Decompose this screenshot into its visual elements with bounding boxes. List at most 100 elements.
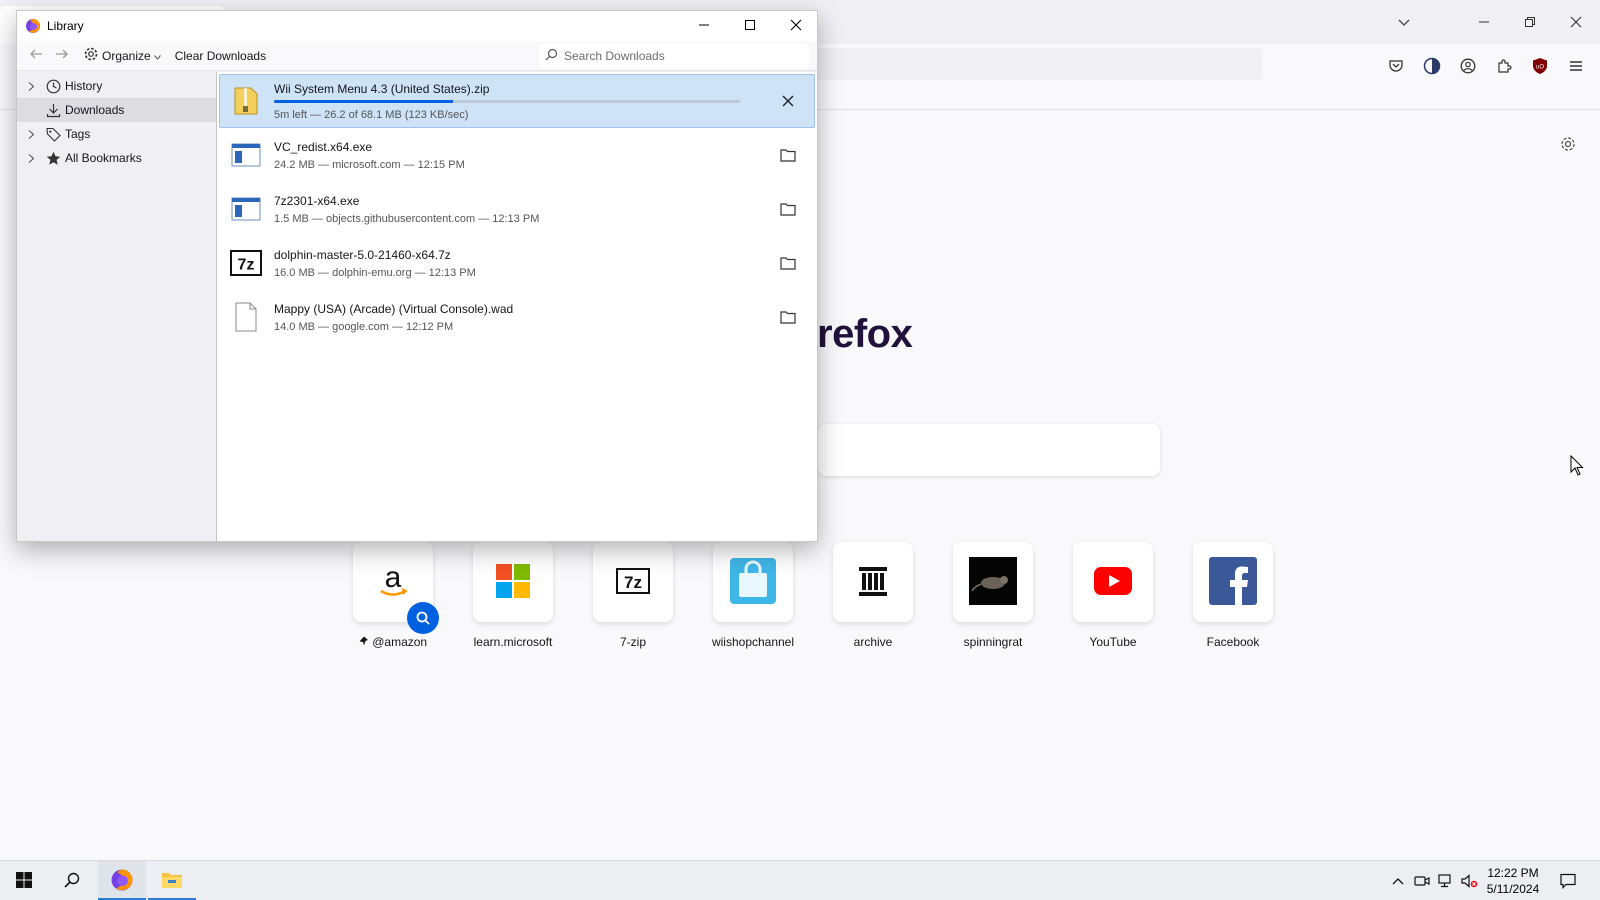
list-all-tabs-icon[interactable] — [1384, 8, 1424, 36]
download-item[interactable]: 7z dolphin-master-5.0-21460-x64.7z 16.0 … — [219, 236, 815, 290]
archive-building-icon — [857, 565, 889, 600]
download-item[interactable]: Mappy (USA) (Arcade) (Virtual Console).w… — [219, 290, 815, 344]
show-in-folder-button[interactable] — [774, 196, 802, 224]
clock-time: 12:22 PM — [1487, 866, 1539, 880]
chevron-right-icon[interactable] — [25, 153, 37, 163]
search-icon — [545, 48, 558, 64]
tree-item-history[interactable]: History — [17, 74, 216, 98]
library-titlebar[interactable]: Library — [17, 11, 817, 41]
network-icon[interactable] — [1436, 871, 1456, 891]
search-icon — [64, 872, 80, 891]
tree-item-downloads[interactable]: Downloads — [17, 98, 216, 122]
close-icon[interactable] — [1556, 8, 1596, 36]
clear-downloads-button[interactable]: Clear Downloads — [175, 49, 266, 63]
taskbar-file-explorer[interactable] — [148, 861, 196, 900]
download-status: 24.2 MB — microsoft.com — 12:15 PM — [274, 158, 465, 171]
shortcut-label: spinningrat — [963, 635, 1023, 649]
search-shortcut-badge — [407, 602, 439, 634]
shortcut-tile[interactable]: 7z — [593, 542, 673, 622]
tree-item-tags[interactable]: Tags — [17, 122, 216, 146]
firefox-wordmark: refox — [817, 312, 913, 356]
firefox-logo-icon — [110, 868, 134, 895]
search-downloads-input[interactable] — [564, 49, 794, 63]
ublock-origin-icon[interactable]: uO — [1526, 52, 1554, 80]
facebook-logo-icon — [1209, 556, 1257, 608]
shortcut-youtube[interactable]: YouTube — [1058, 542, 1168, 649]
star-icon — [45, 150, 61, 166]
download-item[interactable]: Wii System Menu 4.3 (United States).zip … — [219, 74, 815, 128]
tree-item-label: History — [65, 79, 103, 93]
taskbar-search-button[interactable] — [48, 861, 96, 900]
newtab-search-input[interactable] — [818, 424, 1160, 476]
shortcut-facebook[interactable]: Facebook — [1178, 542, 1288, 649]
organize-menu-button[interactable]: Organize — [83, 46, 161, 65]
folder-icon — [780, 202, 796, 219]
taskbar-clock[interactable]: 12:22 PM 5/11/2024 — [1478, 865, 1548, 897]
download-icon — [45, 102, 61, 118]
shortcut-wiishopchannel[interactable]: wiishopchannel — [698, 542, 808, 649]
restore-icon[interactable] — [1510, 8, 1550, 36]
account-icon[interactable] — [1454, 52, 1482, 80]
notifications-icon[interactable] — [1558, 871, 1578, 891]
tag-icon — [45, 126, 61, 142]
close-button[interactable] — [773, 11, 819, 41]
start-button[interactable] — [0, 861, 48, 900]
app-menu-icon[interactable] — [1562, 52, 1590, 80]
7zip-logo-icon: 7z — [616, 567, 650, 597]
clock-date: 5/11/2024 — [1486, 882, 1540, 896]
download-filename: Wii System Menu 4.3 (United States).zip — [274, 81, 490, 96]
download-status: 5m left — 26.2 of 68.1 MB (123 KB/sec) — [274, 108, 469, 121]
shortcut-tile[interactable] — [953, 542, 1033, 622]
download-item[interactable]: 7z2301-x64.exe 1.5 MB — objects.githubus… — [219, 182, 815, 236]
mouse-cursor-icon — [1570, 454, 1584, 480]
chevron-right-icon[interactable] — [25, 81, 37, 91]
tree-item-label: Downloads — [65, 103, 125, 117]
settings-gear-icon[interactable] — [1556, 132, 1580, 156]
pocket-icon[interactable] — [1382, 52, 1410, 80]
minimize-icon[interactable] — [1464, 8, 1504, 36]
shortcut-tile[interactable] — [713, 542, 793, 622]
download-status: 1.5 MB — objects.githubusercontent.com —… — [274, 212, 540, 225]
shortcut-learn-microsoft[interactable]: learn.microsoft — [458, 542, 568, 649]
url-bar[interactable] — [816, 48, 1262, 80]
exe-file-icon — [230, 193, 262, 225]
blank-file-icon — [230, 301, 262, 333]
taskbar-firefox[interactable] — [98, 861, 146, 900]
shortcut-tile[interactable] — [1193, 542, 1273, 622]
tree-item-all-bookmarks[interactable]: All Bookmarks — [17, 146, 216, 170]
microsoft-logo-icon — [496, 563, 530, 601]
shortcut-tile[interactable] — [473, 542, 553, 622]
download-filename: dolphin-master-5.0-21460-x64.7z — [274, 247, 451, 262]
shortcut-archive[interactable]: archive — [818, 542, 928, 649]
download-status: 16.0 MB — dolphin-emu.org — 12:13 PM — [274, 266, 476, 279]
windows-taskbar: 12:22 PM 5/11/2024 — [0, 860, 1600, 900]
extensions-icon[interactable] — [1490, 52, 1518, 80]
show-in-folder-button[interactable] — [774, 250, 802, 278]
chevron-up-icon[interactable] — [1388, 871, 1408, 891]
dark-reader-icon[interactable] — [1418, 52, 1446, 80]
shortcut-7zip[interactable]: 7z 7-zip — [578, 542, 688, 649]
maximize-button[interactable] — [727, 11, 773, 41]
shortcut-label: learn.microsoft — [473, 635, 553, 649]
minimize-button[interactable] — [681, 11, 727, 41]
back-arrow-icon — [29, 47, 43, 64]
shortcut-tile[interactable] — [833, 542, 913, 622]
search-downloads-field[interactable] — [539, 44, 809, 68]
shortcut-tile[interactable] — [1073, 542, 1153, 622]
download-item[interactable]: VC_redist.x64.exe 24.2 MB — microsoft.co… — [219, 128, 815, 182]
chevron-right-icon[interactable] — [25, 129, 37, 139]
download-filename: VC_redist.x64.exe — [274, 139, 373, 154]
shortcut-tile[interactable]: a — [353, 542, 439, 634]
shortcut-amazon[interactable]: a @amazon — [338, 542, 448, 649]
forward-button[interactable] — [49, 43, 75, 69]
back-button[interactable] — [23, 43, 49, 69]
volume-muted-icon[interactable] — [1460, 871, 1480, 891]
forward-arrow-icon — [55, 47, 69, 64]
shortcut-label: archive — [853, 635, 893, 649]
shortcut-spinningrat[interactable]: spinningrat — [938, 542, 1048, 649]
cancel-download-button[interactable] — [774, 88, 802, 116]
download-progress-fill — [274, 99, 454, 103]
meet-now-icon[interactable] — [1412, 871, 1432, 891]
show-in-folder-button[interactable] — [774, 304, 802, 332]
show-in-folder-button[interactable] — [774, 142, 802, 170]
